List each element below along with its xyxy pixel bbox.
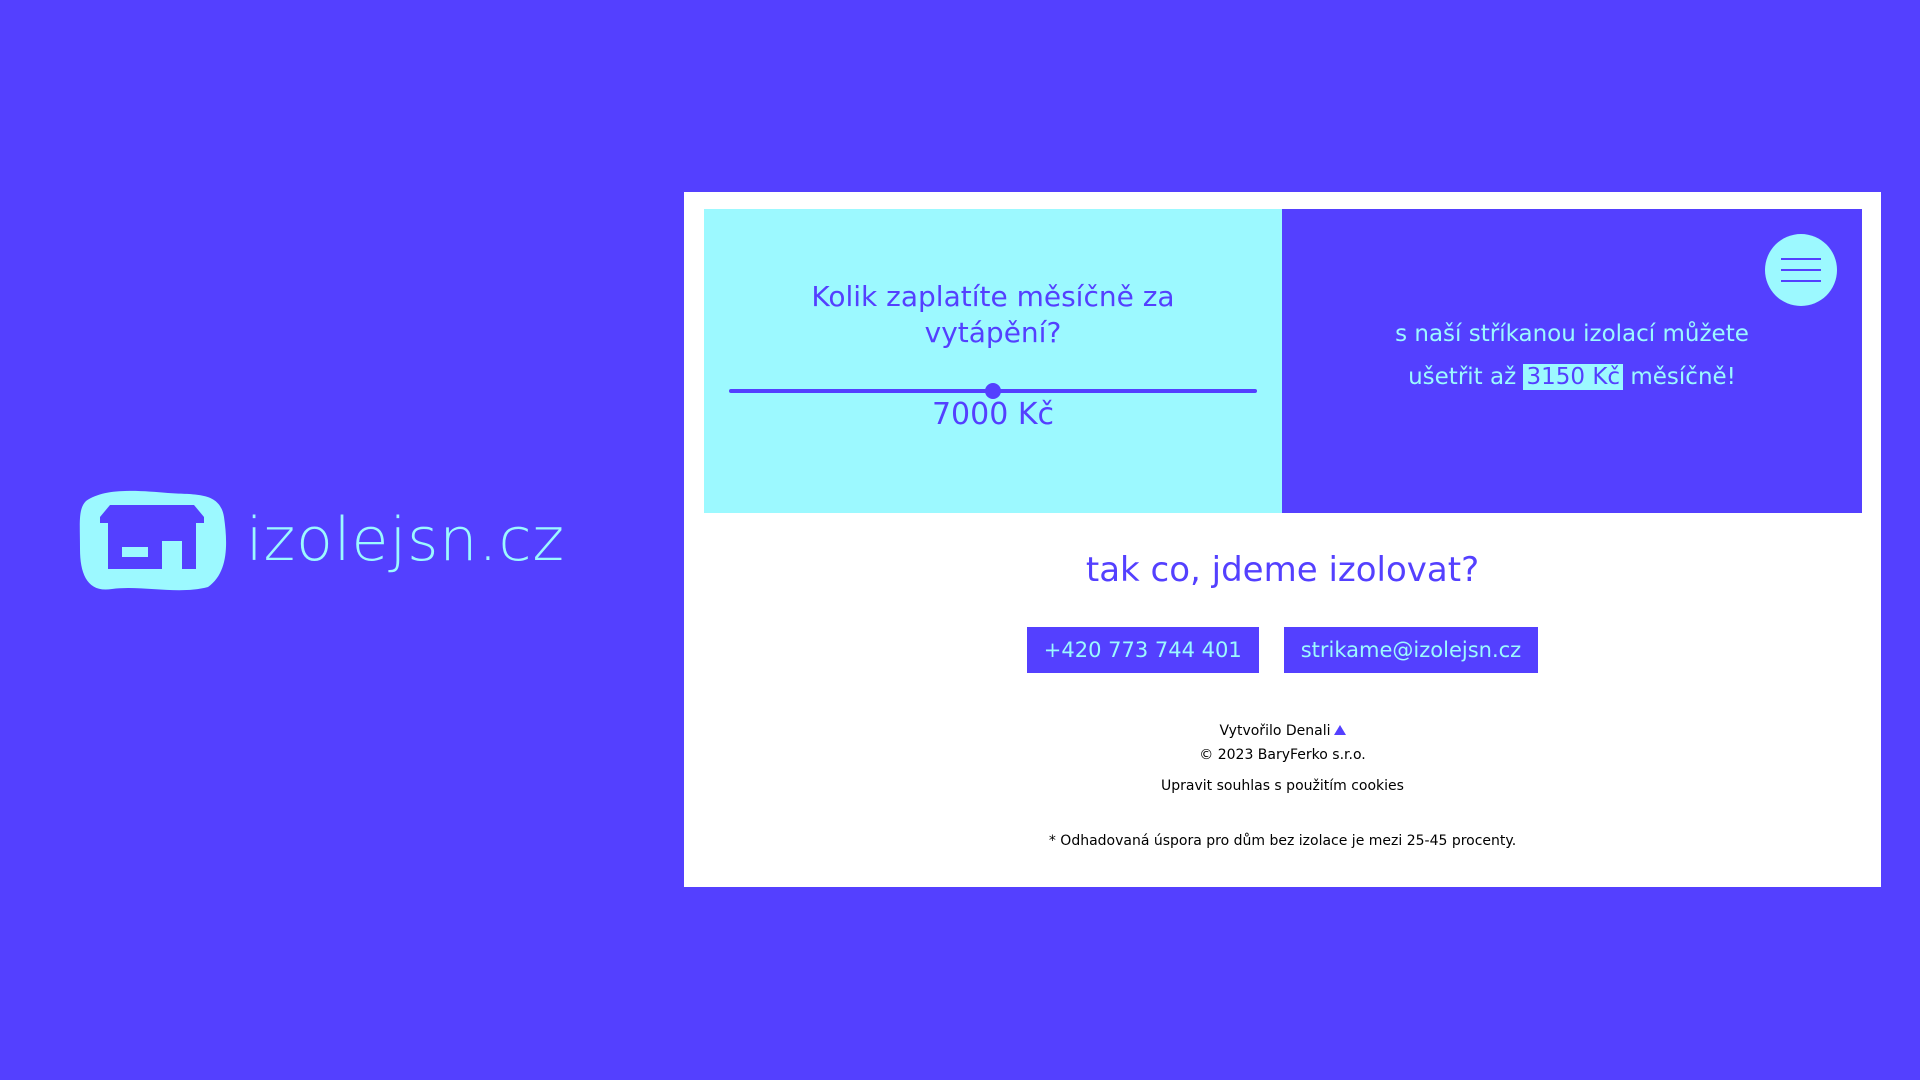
email-button[interactable]: strikame@izolejsn.cz <box>1283 627 1539 673</box>
savings-text: s naší stříkanou izolací můžete ušetřit … <box>1322 313 1822 399</box>
savings-line-2: ušetřit až 3150 Kč měsíčně! <box>1322 356 1822 399</box>
cta-title: tak co, jdeme izolovat? <box>1085 550 1480 590</box>
menu-line <box>1781 280 1821 282</box>
brand: izolejsn.cz <box>78 487 565 593</box>
slider-value: 7000 Kč <box>931 397 1055 432</box>
savings-prefix: ušetřit až <box>1408 364 1517 390</box>
copyright: © 2023 BaryFerko s.r.o. <box>1199 747 1366 763</box>
created-by[interactable]: Vytvořilo Denali <box>684 723 1881 739</box>
hamburger-menu-icon[interactable] <box>1765 234 1837 306</box>
menu-line <box>1781 269 1821 271</box>
triangle-icon <box>1333 725 1346 735</box>
phone-button[interactable]: +420 773 744 401 <box>1026 627 1259 673</box>
cta-buttons: +420 773 744 401 strikame@izolejsn.cz <box>684 627 1881 673</box>
calculator-question: Kolik zaplatíte měsíčně za vytápění? <box>811 280 1175 349</box>
savings-panel: s naší stříkanou izolací můžete ušetřit … <box>1282 209 1862 513</box>
brand-name: izolejsn.cz <box>246 505 565 575</box>
heating-calculator: Kolik zaplatíte měsíčně za vytápění? 700… <box>704 209 1282 513</box>
website-preview-card: Kolik zaplatíte měsíčně za vytápění? 700… <box>684 192 1881 887</box>
house-logo-icon <box>79 490 227 591</box>
savings-line-1: s naší stříkanou izolací můžete <box>1395 321 1749 347</box>
created-by-text[interactable]: Vytvořilo Denali <box>1219 723 1330 739</box>
menu-line <box>1781 258 1821 260</box>
savings-footnote: * Odhadovaná úspora pro dům bez izolace … <box>1048 833 1517 849</box>
savings-suffix: měsíčně! <box>1630 364 1736 390</box>
cookies-settings-link[interactable]: Upravit souhlas s použitím cookies <box>684 778 1881 794</box>
savings-amount: 3150 Kč <box>1523 364 1624 390</box>
